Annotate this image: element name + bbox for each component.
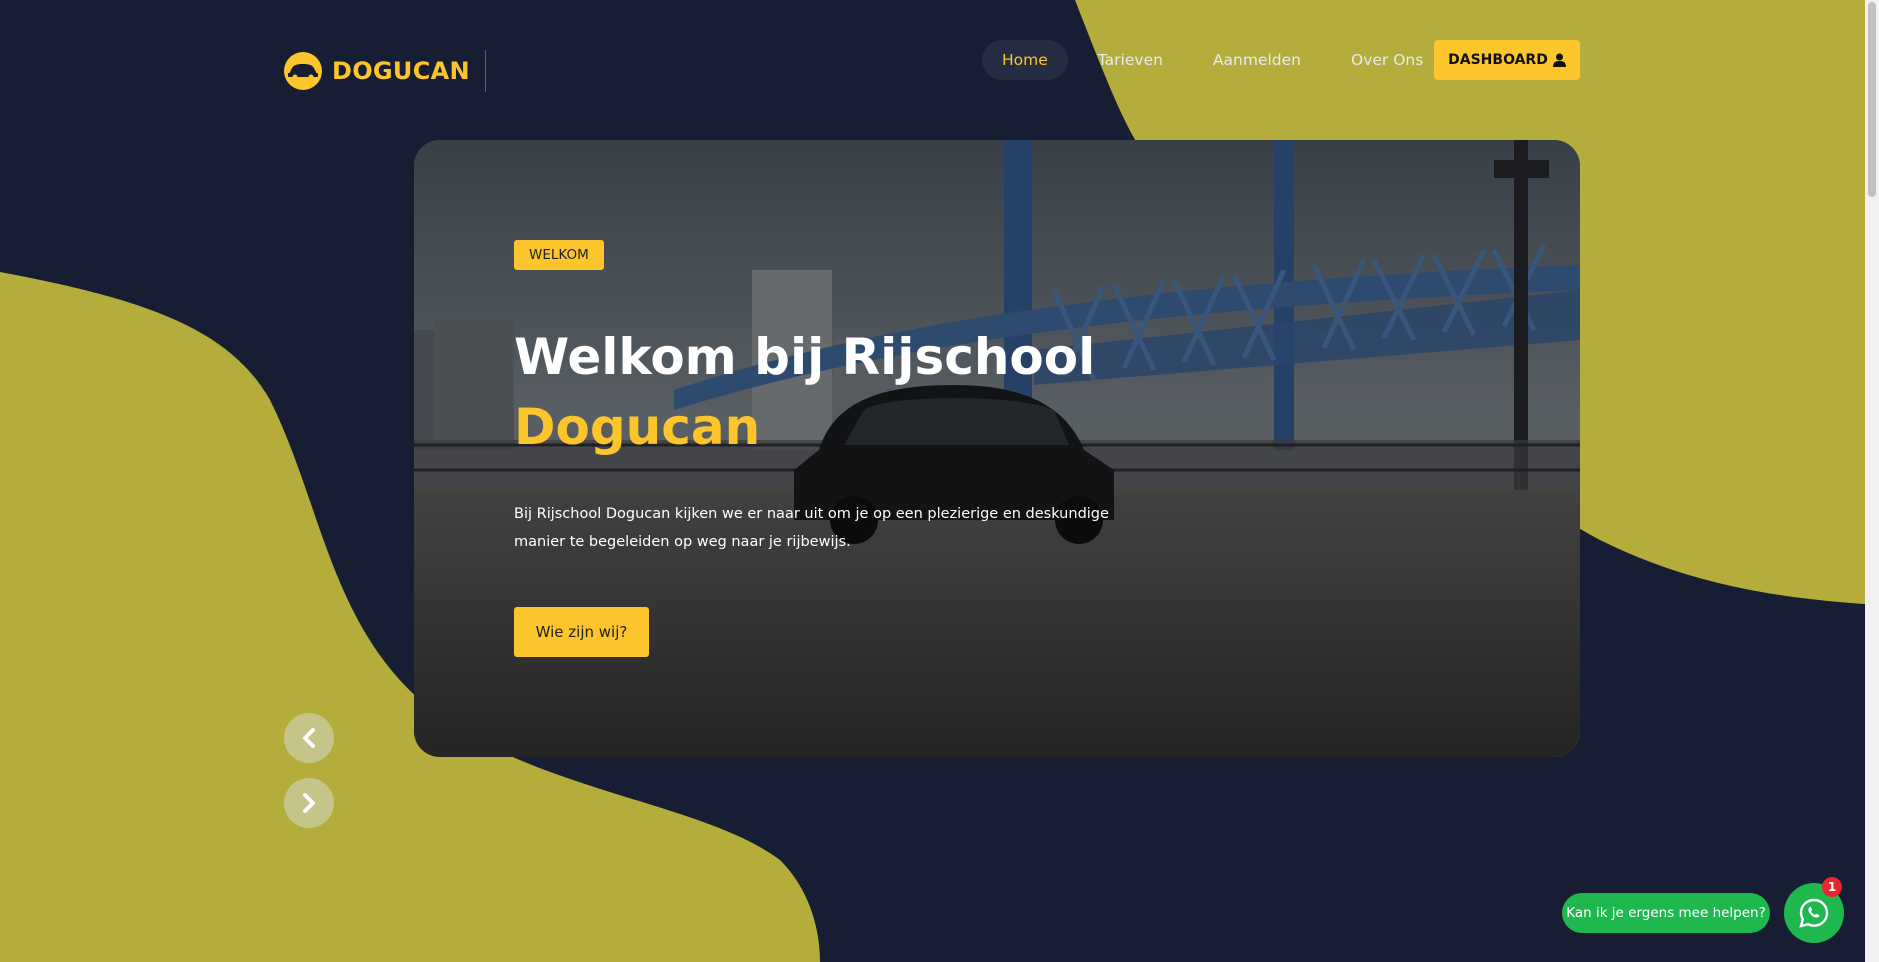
nav-item-home[interactable]: Home bbox=[982, 40, 1068, 80]
hero-title: Welkom bij Rijschool bbox=[514, 328, 1096, 386]
hero-title-highlight: Dogucan bbox=[514, 398, 761, 456]
slider-prev-button[interactable] bbox=[284, 713, 334, 763]
car-logo-icon bbox=[284, 52, 322, 90]
slider-next-button[interactable] bbox=[284, 778, 334, 828]
main-nav: Home Tarieven Aanmelden Over Ons bbox=[982, 40, 1453, 80]
chevron-right-icon bbox=[303, 793, 315, 813]
dashboard-button[interactable]: DASHBOARD bbox=[1434, 40, 1580, 80]
notification-badge: 1 bbox=[1822, 877, 1842, 897]
welcome-badge: WELKOM bbox=[514, 240, 604, 270]
page-scrollbar[interactable] bbox=[1865, 0, 1879, 962]
header-divider bbox=[485, 50, 486, 92]
chat-prompt-bubble[interactable]: Kan ik je ergens mee helpen? bbox=[1562, 893, 1770, 933]
brand-logo[interactable]: DOGUCAN bbox=[284, 52, 470, 90]
hero-description: Bij Rijschool Dogucan kijken we er naar … bbox=[514, 506, 1109, 550]
who-are-we-button[interactable]: Wie zijn wij? bbox=[514, 607, 649, 657]
nav-item-aanmelden[interactable]: Aanmelden bbox=[1193, 40, 1321, 80]
nav-item-over-ons[interactable]: Over Ons bbox=[1331, 40, 1443, 80]
dashboard-label: DASHBOARD bbox=[1448, 52, 1548, 68]
hero-slide: WELKOM Welkom bij Rijschool Dogucan Bij … bbox=[414, 140, 1580, 757]
user-icon bbox=[1552, 53, 1566, 67]
nav-item-tarieven[interactable]: Tarieven bbox=[1078, 40, 1183, 80]
whatsapp-icon bbox=[1799, 898, 1829, 928]
brand-name: DOGUCAN bbox=[332, 57, 470, 85]
scrollbar-thumb[interactable] bbox=[1868, 2, 1876, 197]
chevron-left-icon bbox=[303, 728, 315, 748]
